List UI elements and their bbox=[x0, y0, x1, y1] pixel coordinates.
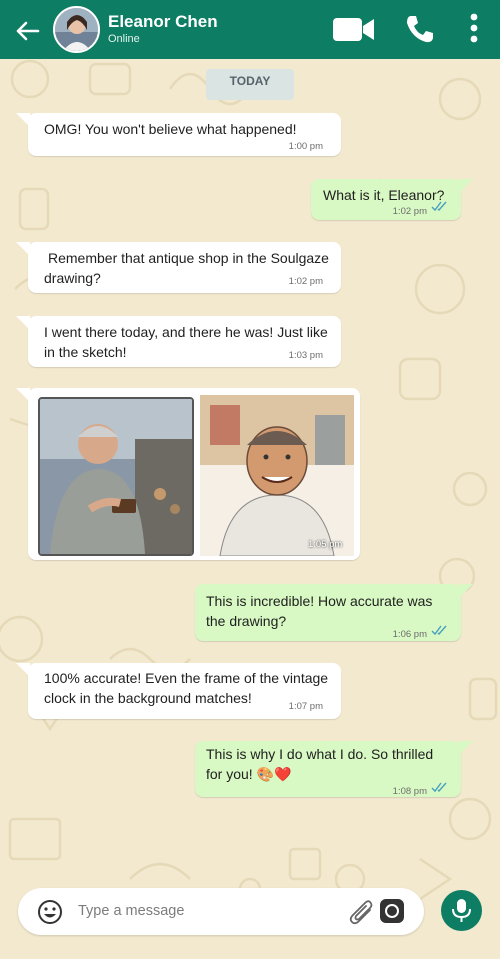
outgoing-message[interactable]: What is it, Eleanor? 1:02 pm bbox=[311, 179, 473, 220]
chat-header: Eleanor Chen Online bbox=[0, 0, 500, 59]
message-text: OMG! You won't believe what happened! bbox=[44, 121, 297, 137]
microphone-icon bbox=[452, 899, 471, 922]
message-text-line: clock in the background matches! bbox=[44, 690, 252, 706]
message-text-line: Remember that antique shop in the Soulga… bbox=[48, 250, 329, 266]
message-time: 1:07 pm bbox=[288, 701, 323, 712]
message-input[interactable] bbox=[78, 898, 338, 924]
outgoing-message[interactable]: This is incredible! How accurate was the… bbox=[195, 584, 473, 641]
sketch-portrait[interactable] bbox=[200, 395, 354, 556]
date-separator: TODAY bbox=[206, 69, 294, 100]
message-time: 1:08 pm bbox=[392, 786, 427, 797]
incoming-message[interactable]: Remember that antique shop in the Soulga… bbox=[16, 242, 341, 293]
camera-icon[interactable] bbox=[379, 898, 405, 924]
more-options-icon[interactable] bbox=[466, 13, 482, 43]
message-time: 1:05 pm bbox=[308, 539, 343, 550]
read-ticks-icon bbox=[431, 782, 447, 793]
incoming-message[interactable]: OMG! You won't believe what happened! 1:… bbox=[16, 113, 341, 156]
incoming-message[interactable]: 100% accurate! Even the frame of the vin… bbox=[16, 663, 341, 719]
message-text-line: I went there today, and there he was! Ju… bbox=[44, 324, 328, 340]
message-time: 1:02 pm bbox=[288, 276, 323, 287]
man-at-antique-shop-photo[interactable] bbox=[38, 397, 194, 556]
message-text-line: This is incredible! How accurate was bbox=[206, 593, 433, 609]
message-time: 1:03 pm bbox=[288, 350, 323, 361]
back-arrow-icon[interactable] bbox=[14, 18, 40, 44]
contact-avatar[interactable] bbox=[53, 6, 100, 53]
read-ticks-icon bbox=[431, 201, 447, 212]
message-text-line: This is why I do what I do. So thrilled bbox=[206, 746, 434, 762]
message-text-line: in the sketch! bbox=[44, 344, 127, 360]
voice-call-icon[interactable] bbox=[404, 13, 436, 45]
incoming-photo-message[interactable]: 1:05 pm bbox=[16, 388, 360, 560]
outgoing-message[interactable]: This is why I do what I do. So thrilled … bbox=[195, 741, 473, 797]
message-time: 1:02 pm bbox=[392, 206, 427, 217]
message-time: 1:06 pm bbox=[392, 629, 427, 640]
video-call-icon[interactable] bbox=[333, 16, 375, 43]
message-text-line: drawing? bbox=[44, 270, 101, 286]
message-text-line: for you! 🎨❤️ bbox=[206, 766, 292, 782]
attach-icon[interactable] bbox=[348, 898, 376, 926]
emoji-icon[interactable] bbox=[37, 899, 63, 925]
read-ticks-icon bbox=[431, 625, 447, 636]
message-time: 1:00 pm bbox=[288, 141, 323, 152]
message-composer bbox=[18, 888, 424, 935]
microphone-button[interactable] bbox=[441, 890, 482, 931]
contact-name[interactable]: Eleanor Chen bbox=[108, 12, 218, 32]
contact-status: Online bbox=[108, 33, 140, 45]
message-text-line: 100% accurate! Even the frame of the vin… bbox=[44, 670, 329, 686]
incoming-message[interactable]: I went there today, and there he was! Ju… bbox=[16, 316, 341, 367]
